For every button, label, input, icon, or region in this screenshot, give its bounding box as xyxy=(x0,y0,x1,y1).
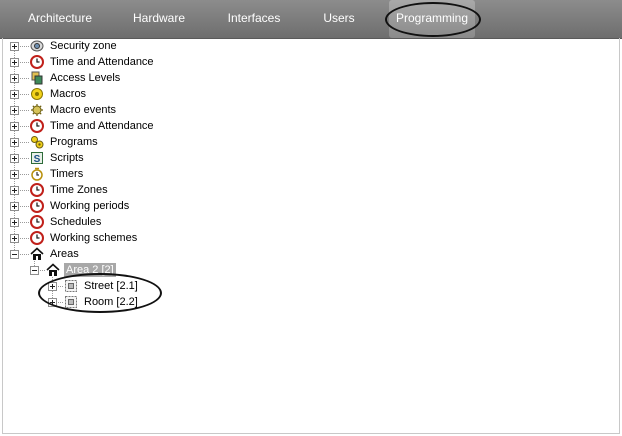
clock-icon xyxy=(30,215,44,229)
tab-programming[interactable]: Programming xyxy=(389,0,475,38)
tree-item-label: Street [2.1] xyxy=(84,280,138,292)
tree-item-label: Areas xyxy=(50,248,79,260)
clock-icon xyxy=(30,231,44,245)
programs-icon xyxy=(30,135,44,149)
tree-item-access-levels[interactable]: Access Levels xyxy=(10,70,122,86)
house-icon xyxy=(46,263,60,277)
tree-item-time-and-attendance-2[interactable]: Time and Attendance xyxy=(10,118,156,134)
tree-item-label: Working schemes xyxy=(50,232,138,244)
expand-toggle[interactable] xyxy=(10,89,19,99)
tree-item-areas[interactable]: Areas xyxy=(10,246,81,262)
tree-item-label: Programs xyxy=(50,136,98,148)
tree-item-programs[interactable]: Programs xyxy=(10,134,100,150)
tree-item-macro-events[interactable]: Macro events xyxy=(10,102,118,118)
expand-toggle[interactable] xyxy=(48,281,57,291)
expand-toggle[interactable] xyxy=(10,169,19,179)
tree-item-area-2[interactable]: Area 2 [2] xyxy=(30,262,116,278)
expand-toggle[interactable] xyxy=(10,201,19,211)
tree-item-label: Time and Attendance xyxy=(50,120,154,132)
tab-hardware[interactable]: Hardware xyxy=(125,0,193,38)
expand-toggle[interactable] xyxy=(10,57,19,67)
expand-toggle[interactable] xyxy=(10,233,19,243)
expand-toggle[interactable] xyxy=(10,41,19,51)
tab-bar: Architecture Hardware Interfaces Users P… xyxy=(0,0,622,39)
tree-item-scripts[interactable]: S Scripts xyxy=(10,150,86,166)
tree-item-working-schemes[interactable]: Working schemes xyxy=(10,230,139,246)
tree-item-macros[interactable]: Macros xyxy=(10,86,88,102)
clock-icon xyxy=(30,55,44,69)
tree-item-working-periods[interactable]: Working periods xyxy=(10,198,131,214)
tree-item-street[interactable]: Street [2.1] xyxy=(48,278,140,294)
tab-interfaces[interactable]: Interfaces xyxy=(220,0,288,38)
tree-item-label: Schedules xyxy=(50,216,102,228)
clock-icon xyxy=(30,199,44,213)
house-icon xyxy=(30,247,44,261)
clock-icon xyxy=(30,119,44,133)
security-zone-icon xyxy=(30,39,44,53)
tree-item-room[interactable]: Room [2.2] xyxy=(48,294,140,310)
expand-toggle[interactable] xyxy=(10,217,19,227)
collapse-toggle[interactable] xyxy=(30,265,39,275)
tree-item-schedules[interactable]: Schedules xyxy=(10,214,103,230)
clock-icon xyxy=(30,183,44,197)
expand-toggle[interactable] xyxy=(10,73,19,83)
expand-toggle[interactable] xyxy=(10,137,19,147)
tree-item-label: Security zone xyxy=(50,40,117,52)
tab-users[interactable]: Users xyxy=(316,0,362,38)
tree-item-label: Working periods xyxy=(50,200,130,212)
tree-item-timers[interactable]: Timers xyxy=(10,166,85,182)
expand-toggle[interactable] xyxy=(10,105,19,115)
scripts-icon: S xyxy=(30,151,44,165)
expand-toggle[interactable] xyxy=(10,153,19,163)
tree-item-label: Scripts xyxy=(50,152,84,164)
tree-item-label: Room [2.2] xyxy=(84,296,138,308)
collapse-toggle[interactable] xyxy=(10,249,19,259)
access-levels-icon xyxy=(30,71,44,85)
svg-text:S: S xyxy=(34,154,41,165)
tree-item-label: Timers xyxy=(50,168,84,180)
expand-toggle[interactable] xyxy=(48,297,57,307)
tree-item-label: Time Zones xyxy=(50,184,108,196)
tree-item-label: Area 2 [2] xyxy=(64,263,116,277)
timer-icon xyxy=(30,167,44,181)
expand-toggle[interactable] xyxy=(10,185,19,195)
expand-toggle[interactable] xyxy=(10,121,19,131)
tree-item-label: Macros xyxy=(50,88,87,100)
subarea-icon xyxy=(64,279,78,293)
tree-item-time-zones[interactable]: Time Zones xyxy=(10,182,110,198)
tree-item-label: Access Levels xyxy=(50,72,121,84)
tree-item-time-and-attendance[interactable]: Time and Attendance xyxy=(10,54,156,70)
tab-architecture[interactable]: Architecture xyxy=(18,0,102,38)
subarea-icon xyxy=(64,295,78,309)
tree-item-label: Macro events xyxy=(50,104,117,116)
macro-events-icon xyxy=(30,103,44,117)
tree-item-security-zone[interactable]: Security zone xyxy=(10,38,119,54)
tree-item-label: Time and Attendance xyxy=(50,56,154,68)
macros-icon xyxy=(30,87,44,101)
